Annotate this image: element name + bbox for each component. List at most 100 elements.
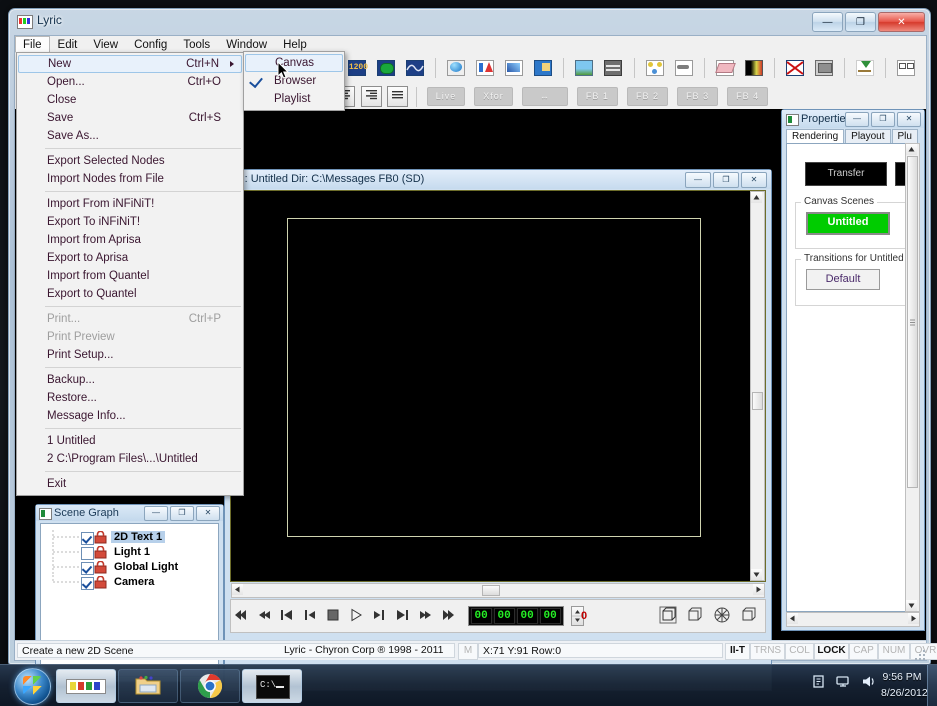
- menu-item-print-setup[interactable]: Print Setup...: [17, 346, 243, 364]
- scene-graph-node[interactable]: 2D Text 1: [41, 530, 218, 545]
- menu-config[interactable]: Config: [126, 36, 175, 53]
- minimize-button[interactable]: —: [812, 12, 843, 32]
- step-forward-button[interactable]: [371, 607, 387, 623]
- scroll-up-arrow-icon[interactable]: [751, 192, 762, 203]
- properties-maximize-button[interactable]: ❐: [871, 112, 895, 127]
- view-perspective-icon[interactable]: [658, 605, 678, 625]
- teapot-3d-icon[interactable]: [444, 57, 468, 79]
- canvas-stage[interactable]: [230, 190, 766, 582]
- menu-item-new[interactable]: New Ctrl+N: [18, 55, 242, 73]
- scene-graph-minimize-button[interactable]: —: [144, 506, 168, 521]
- menu-file[interactable]: File: [15, 36, 50, 53]
- menu-item-export-to-quantel[interactable]: Export to Quantel: [17, 285, 243, 303]
- menu-item-import-from-quantel[interactable]: Import from Quantel: [17, 267, 243, 285]
- align-left-nodes-icon[interactable]: [894, 57, 918, 79]
- scroll-up-arrow-icon[interactable]: [906, 144, 917, 155]
- transition-default-button[interactable]: Default: [806, 269, 880, 290]
- menu-edit[interactable]: Edit: [50, 36, 86, 53]
- tab-playout[interactable]: Playout: [845, 129, 891, 144]
- network-icon[interactable]: [836, 674, 852, 689]
- node-visibility-checkbox[interactable]: [81, 562, 94, 575]
- clock-1200-icon[interactable]: 1200: [345, 57, 369, 79]
- canvas-titlebar[interactable]: sg: Untitled Dir: C:\Messages FB0 (SD) —…: [225, 170, 771, 189]
- menu-item-import-from-infinit[interactable]: Import From iNFiNiT!: [17, 195, 243, 213]
- next-cue-button[interactable]: [394, 607, 410, 623]
- scene-graph-titlebar[interactable]: Scene Graph — ❐ ✕: [36, 505, 223, 521]
- menu-item-import-from-aprisa[interactable]: Import from Aprisa: [17, 231, 243, 249]
- menu-item-backup[interactable]: Backup...: [17, 371, 243, 389]
- fast-forward-button[interactable]: [418, 607, 434, 623]
- scroll-right-arrow-icon[interactable]: [908, 613, 919, 624]
- menu-tools[interactable]: Tools: [175, 36, 218, 53]
- menu-item-save[interactable]: Save Ctrl+S: [17, 109, 243, 127]
- properties-scroll-thumb[interactable]: [907, 156, 918, 488]
- monitor-icon[interactable]: [812, 57, 836, 79]
- node-visibility-checkbox[interactable]: [81, 547, 94, 560]
- menu-item-close[interactable]: Close: [17, 91, 243, 109]
- view-wireframe-icon[interactable]: [712, 605, 732, 625]
- tab-rendering[interactable]: Rendering: [786, 129, 845, 144]
- menu-item-new-canvas[interactable]: Canvas: [245, 54, 343, 72]
- horizontal-scroll-thumb[interactable]: [482, 585, 500, 596]
- menu-item-exit[interactable]: Exit: [17, 475, 243, 493]
- scroll-down-arrow-icon[interactable]: [751, 569, 762, 580]
- view-front-icon[interactable]: [685, 605, 705, 625]
- menu-view[interactable]: View: [85, 36, 126, 53]
- maximize-button[interactable]: ❐: [845, 12, 876, 32]
- fb1-button[interactable]: FB 1: [576, 87, 618, 106]
- canvas-scene-untitled[interactable]: Untitled: [806, 212, 890, 235]
- link-icon[interactable]: [672, 57, 696, 79]
- menu-item-export-to-infinit[interactable]: Export To iNFiNiT!: [17, 213, 243, 231]
- no-alpha-icon[interactable]: [783, 57, 807, 79]
- properties-vertical-scrollbar[interactable]: [905, 143, 920, 612]
- properties-minimize-button[interactable]: —: [845, 112, 869, 127]
- close-button[interactable]: ✕: [878, 12, 925, 32]
- background-image-icon[interactable]: [572, 57, 596, 79]
- lock-icon[interactable]: [94, 561, 107, 574]
- menu-item-new-browser[interactable]: Browser: [244, 72, 344, 90]
- lock-icon[interactable]: [94, 531, 107, 544]
- rewind-button[interactable]: [256, 607, 272, 623]
- counter-icon[interactable]: [374, 57, 398, 79]
- taskbar-clock[interactable]: 9:56 PM 8/26/2012: [881, 669, 928, 701]
- tab-plugins[interactable]: Plu: [891, 129, 918, 144]
- align-right-button[interactable]: [360, 86, 382, 107]
- properties-horizontal-scrollbar[interactable]: [786, 612, 920, 627]
- go-to-start-button[interactable]: [233, 607, 249, 623]
- menu-item-import-nodes-from-file[interactable]: Import Nodes from File: [17, 170, 243, 188]
- scene-graph-node[interactable]: Global Light: [41, 560, 218, 575]
- taskbar-item-console[interactable]: C:\: [242, 669, 302, 703]
- wave-icon[interactable]: [403, 57, 427, 79]
- scroll-down-arrow-icon[interactable]: [906, 600, 917, 611]
- align-justify-button[interactable]: [386, 86, 408, 107]
- xfor-button[interactable]: Xfor: [474, 87, 513, 106]
- timecode-display[interactable]: 00 00 00 00: [467, 606, 564, 626]
- volume-icon[interactable]: [861, 674, 877, 689]
- start-button[interactable]: [14, 668, 51, 705]
- canvas-close-button[interactable]: ✕: [741, 172, 767, 188]
- chart-icon[interactable]: [473, 57, 497, 79]
- canvas-maximize-button[interactable]: ❐: [713, 172, 739, 188]
- play-button[interactable]: [348, 607, 364, 623]
- menu-item-restore[interactable]: Restore...: [17, 389, 243, 407]
- scroll-right-arrow-icon[interactable]: [753, 584, 764, 595]
- fb2-button[interactable]: FB 2: [626, 87, 668, 106]
- properties-titlebar[interactable]: Properties — ❐ ✕: [782, 110, 924, 128]
- taskbar-item-chrome[interactable]: [180, 669, 240, 703]
- fb4-button[interactable]: FB 4: [727, 87, 769, 106]
- properties-close-button[interactable]: ✕: [897, 112, 921, 127]
- node-label[interactable]: 2D Text 1: [111, 531, 166, 543]
- image-properties-icon[interactable]: [531, 57, 555, 79]
- lock-icon[interactable]: [94, 546, 107, 559]
- node-graph-icon[interactable]: [643, 57, 667, 79]
- live-button[interactable]: Live: [426, 87, 466, 106]
- timeline-icon[interactable]: [601, 57, 625, 79]
- scroll-left-arrow-icon[interactable]: [232, 584, 243, 595]
- effects-icon[interactable]: [502, 57, 526, 79]
- action-center-icon[interactable]: [812, 674, 827, 689]
- node-label[interactable]: Camera: [111, 576, 157, 588]
- taskbar-item-explorer[interactable]: [118, 669, 178, 703]
- menu-item-new-playlist[interactable]: Playlist: [244, 90, 344, 108]
- eraser-icon[interactable]: [713, 57, 737, 79]
- transfer-button[interactable]: Transfer: [805, 162, 887, 186]
